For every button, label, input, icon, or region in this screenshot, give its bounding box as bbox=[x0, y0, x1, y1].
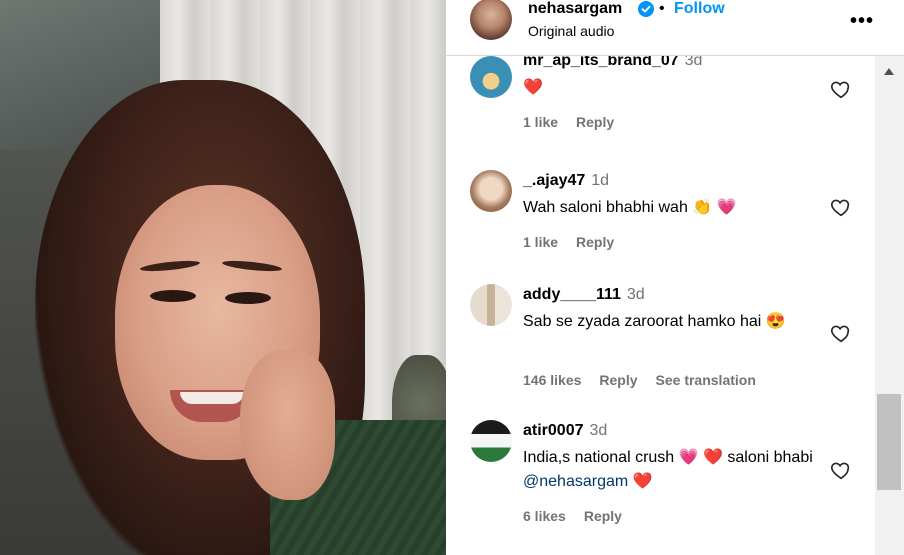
person-teeth bbox=[180, 392, 244, 404]
commenter-avatar[interactable] bbox=[470, 56, 512, 98]
like-count[interactable]: 6 likes bbox=[523, 508, 566, 524]
comment-list: mr_ap_its_brand_07 3d ❤️ 1 like Reply _.aj… bbox=[446, 56, 876, 555]
comment-text: India,s national crush 💗 ❤️ saloni bhabi… bbox=[523, 449, 813, 490]
author-avatar[interactable] bbox=[470, 0, 512, 40]
comment-text: Wah saloni bhabhi wah 👏 💗 bbox=[523, 199, 737, 216]
see-translation-button[interactable]: See translation bbox=[656, 372, 756, 388]
like-heart-icon[interactable] bbox=[830, 78, 852, 100]
like-count[interactable]: 146 likes bbox=[523, 372, 581, 388]
comments-panel: nehasargam • Follow Original audio ••• m… bbox=[446, 0, 904, 555]
person-eye-left bbox=[150, 290, 196, 302]
reply-button[interactable]: Reply bbox=[576, 114, 614, 130]
reel-video[interactable] bbox=[0, 0, 446, 555]
scrollbar-thumb[interactable] bbox=[877, 394, 901, 490]
like-count[interactable]: 1 like bbox=[523, 114, 558, 130]
like-heart-icon[interactable] bbox=[830, 459, 852, 481]
commenter-avatar[interactable] bbox=[470, 284, 512, 326]
comment-meta: 6 likes Reply bbox=[523, 508, 640, 524]
follow-button[interactable]: Follow bbox=[674, 0, 725, 18]
mention-link[interactable]: @nehasargam bbox=[523, 473, 628, 490]
like-heart-icon[interactable] bbox=[830, 196, 852, 218]
comment-meta: 1 like Reply bbox=[523, 114, 632, 130]
commenter-avatar[interactable] bbox=[470, 170, 512, 212]
comment-meta: 1 like Reply bbox=[523, 234, 632, 250]
scroll-up-arrow-icon[interactable] bbox=[884, 68, 894, 75]
comments-scrollbar[interactable] bbox=[875, 56, 904, 555]
commenter-username[interactable]: atir0007 3d bbox=[523, 422, 607, 440]
comment-text: ❤️ bbox=[523, 79, 543, 96]
person-hand bbox=[240, 350, 335, 500]
header-separator: • bbox=[659, 0, 665, 17]
commenter-username[interactable]: addy____111 3d bbox=[523, 286, 645, 304]
verified-badge-icon bbox=[638, 1, 654, 17]
author-username[interactable]: nehasargam bbox=[528, 0, 622, 18]
person-eye-right bbox=[225, 292, 271, 304]
like-heart-icon[interactable] bbox=[830, 322, 852, 344]
more-options-icon[interactable]: ••• bbox=[850, 10, 874, 33]
reply-button[interactable]: Reply bbox=[599, 372, 637, 388]
reply-button[interactable]: Reply bbox=[584, 508, 622, 524]
commenter-username[interactable]: _.ajay47 1d bbox=[523, 172, 609, 190]
reply-button[interactable]: Reply bbox=[576, 234, 614, 250]
comment-text: Sab se zyada zaroorat hamko hai 😍 bbox=[523, 313, 786, 330]
post-header: nehasargam • Follow Original audio ••• bbox=[446, 0, 904, 56]
comment-meta: 146 likes Reply See translation bbox=[523, 372, 774, 388]
commenter-avatar[interactable] bbox=[470, 420, 512, 462]
like-count[interactable]: 1 like bbox=[523, 234, 558, 250]
commenter-username[interactable]: mr_ap_its_brand_07 3d bbox=[523, 56, 702, 70]
original-audio-link[interactable]: Original audio bbox=[528, 23, 614, 39]
